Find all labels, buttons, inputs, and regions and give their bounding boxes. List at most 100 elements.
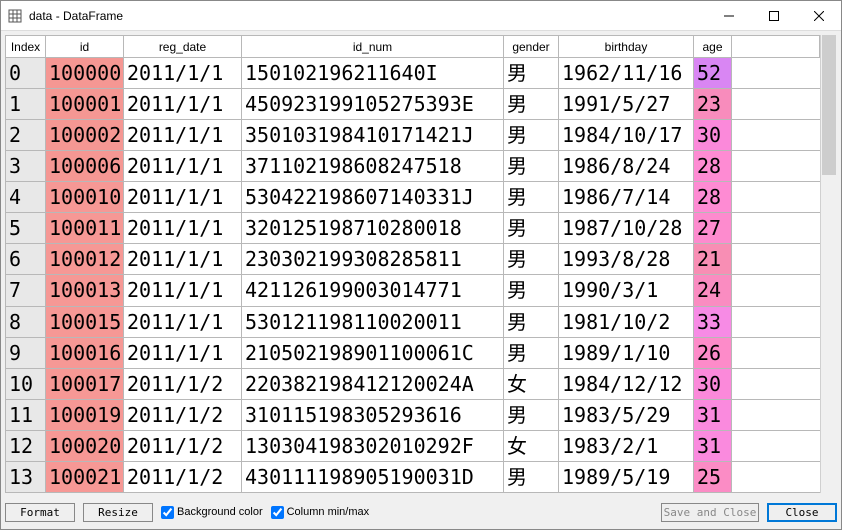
table-row[interactable]: 71000132011/1/1421126199003014771男1990/3…: [6, 275, 820, 306]
cell-birthday[interactable]: 1962/11/16: [559, 58, 694, 89]
cell-reg-date[interactable]: 2011/1/1: [124, 182, 242, 213]
format-button[interactable]: Format: [5, 503, 75, 522]
table-row[interactable]: 21000022011/1/1350103198410171421J男1984/…: [6, 120, 820, 151]
cell-index[interactable]: 6: [6, 244, 46, 275]
cell-id-num[interactable]: 430111198905190031D: [242, 461, 504, 492]
cell-gender[interactable]: 男: [504, 399, 559, 430]
cell-age[interactable]: 23: [694, 89, 732, 120]
cell-birthday[interactable]: 1989/5/19: [559, 461, 694, 492]
col-header-birthday[interactable]: birthday: [559, 36, 694, 58]
cell-index[interactable]: 12: [6, 430, 46, 461]
cell-age[interactable]: 21: [694, 244, 732, 275]
cell-id[interactable]: 100013: [46, 275, 124, 306]
cell-birthday[interactable]: 1984/10/17: [559, 120, 694, 151]
cell-age[interactable]: 31: [694, 430, 732, 461]
cell-id[interactable]: 100011: [46, 213, 124, 244]
cell-age[interactable]: 24: [694, 275, 732, 306]
cell-gender[interactable]: 男: [504, 244, 559, 275]
dataframe-grid[interactable]: Index id reg_date id_num gender birthday…: [5, 35, 837, 493]
table-row[interactable]: 101000172011/1/2220382198412120024A女1984…: [6, 368, 820, 399]
column-minmax-checkbox[interactable]: Column min/max: [271, 506, 370, 519]
cell-gender[interactable]: 女: [504, 430, 559, 461]
table-row[interactable]: 31000062011/1/1371102198608247518男1986/8…: [6, 151, 820, 182]
background-color-checkbox-input[interactable]: [161, 506, 174, 519]
cell-id-num[interactable]: 220382198412120024A: [242, 368, 504, 399]
cell-index[interactable]: 8: [6, 306, 46, 337]
cell-birthday[interactable]: 1983/5/29: [559, 399, 694, 430]
table-row[interactable]: 61000122011/1/1230302199308285811男1993/8…: [6, 244, 820, 275]
cell-birthday[interactable]: 1987/10/28: [559, 213, 694, 244]
col-header-index[interactable]: Index: [6, 36, 46, 58]
cell-reg-date[interactable]: 2011/1/1: [124, 213, 242, 244]
cell-id-num[interactable]: 530422198607140331J: [242, 182, 504, 213]
cell-index[interactable]: 3: [6, 151, 46, 182]
col-header-id[interactable]: id: [46, 36, 124, 58]
cell-id-num[interactable]: 450923199105275393E: [242, 89, 504, 120]
cell-id[interactable]: 100001: [46, 89, 124, 120]
table-row[interactable]: 41000102011/1/1530422198607140331J男1986/…: [6, 182, 820, 213]
cell-id-num[interactable]: 150102196211640I: [242, 58, 504, 89]
cell-index[interactable]: 5: [6, 213, 46, 244]
cell-index[interactable]: 7: [6, 275, 46, 306]
cell-age[interactable]: 31: [694, 399, 732, 430]
cell-id-num[interactable]: 350103198410171421J: [242, 120, 504, 151]
cell-age[interactable]: 52: [694, 58, 732, 89]
cell-reg-date[interactable]: 2011/1/1: [124, 244, 242, 275]
cell-birthday[interactable]: 1990/3/1: [559, 275, 694, 306]
cell-reg-date[interactable]: 2011/1/2: [124, 368, 242, 399]
cell-reg-date[interactable]: 2011/1/1: [124, 337, 242, 368]
col-header-age[interactable]: age: [694, 36, 732, 58]
cell-index[interactable]: 0: [6, 58, 46, 89]
cell-reg-date[interactable]: 2011/1/1: [124, 89, 242, 120]
col-header-reg-date[interactable]: reg_date: [124, 36, 242, 58]
cell-gender[interactable]: 男: [504, 120, 559, 151]
column-minmax-checkbox-input[interactable]: [271, 506, 284, 519]
cell-gender[interactable]: 男: [504, 151, 559, 182]
table-row[interactable]: 91000162011/1/1210502198901100061C男1989/…: [6, 337, 820, 368]
cell-index[interactable]: 2: [6, 120, 46, 151]
cell-age[interactable]: 30: [694, 368, 732, 399]
cell-gender[interactable]: 男: [504, 182, 559, 213]
cell-reg-date[interactable]: 2011/1/2: [124, 461, 242, 492]
cell-gender[interactable]: 男: [504, 58, 559, 89]
scrollbar-thumb[interactable]: [822, 35, 836, 175]
cell-gender[interactable]: 男: [504, 306, 559, 337]
cell-index[interactable]: 1: [6, 89, 46, 120]
cell-id[interactable]: 100015: [46, 306, 124, 337]
cell-age[interactable]: 25: [694, 461, 732, 492]
cell-birthday[interactable]: 1991/5/27: [559, 89, 694, 120]
cell-id[interactable]: 100017: [46, 368, 124, 399]
cell-id-num[interactable]: 230302199308285811: [242, 244, 504, 275]
close-window-button[interactable]: [796, 1, 841, 30]
cell-reg-date[interactable]: 2011/1/1: [124, 151, 242, 182]
cell-birthday[interactable]: 1984/12/12: [559, 368, 694, 399]
cell-id[interactable]: 100020: [46, 430, 124, 461]
cell-id[interactable]: 100021: [46, 461, 124, 492]
table-row[interactable]: 121000202011/1/2130304198302010292F女1983…: [6, 430, 820, 461]
cell-gender[interactable]: 女: [504, 368, 559, 399]
cell-age[interactable]: 27: [694, 213, 732, 244]
cell-id[interactable]: 100010: [46, 182, 124, 213]
cell-birthday[interactable]: 1989/1/10: [559, 337, 694, 368]
cell-id[interactable]: 100000: [46, 58, 124, 89]
cell-id-num[interactable]: 421126199003014771: [242, 275, 504, 306]
cell-gender[interactable]: 男: [504, 461, 559, 492]
save-and-close-button[interactable]: Save and Close: [661, 503, 759, 522]
cell-id[interactable]: 100006: [46, 151, 124, 182]
cell-index[interactable]: 11: [6, 399, 46, 430]
cell-reg-date[interactable]: 2011/1/1: [124, 58, 242, 89]
cell-birthday[interactable]: 1993/8/28: [559, 244, 694, 275]
cell-age[interactable]: 33: [694, 306, 732, 337]
cell-age[interactable]: 26: [694, 337, 732, 368]
cell-index[interactable]: 9: [6, 337, 46, 368]
table-row[interactable]: 81000152011/1/1530121198110020011男1981/1…: [6, 306, 820, 337]
col-header-id-num[interactable]: id_num: [242, 36, 504, 58]
cell-id-num[interactable]: 130304198302010292F: [242, 430, 504, 461]
cell-reg-date[interactable]: 2011/1/2: [124, 430, 242, 461]
cell-index[interactable]: 4: [6, 182, 46, 213]
cell-id[interactable]: 100016: [46, 337, 124, 368]
cell-birthday[interactable]: 1986/8/24: [559, 151, 694, 182]
cell-index[interactable]: 13: [6, 461, 46, 492]
cell-birthday[interactable]: 1983/2/1: [559, 430, 694, 461]
table-row[interactable]: 51000112011/1/1320125198710280018男1987/1…: [6, 213, 820, 244]
